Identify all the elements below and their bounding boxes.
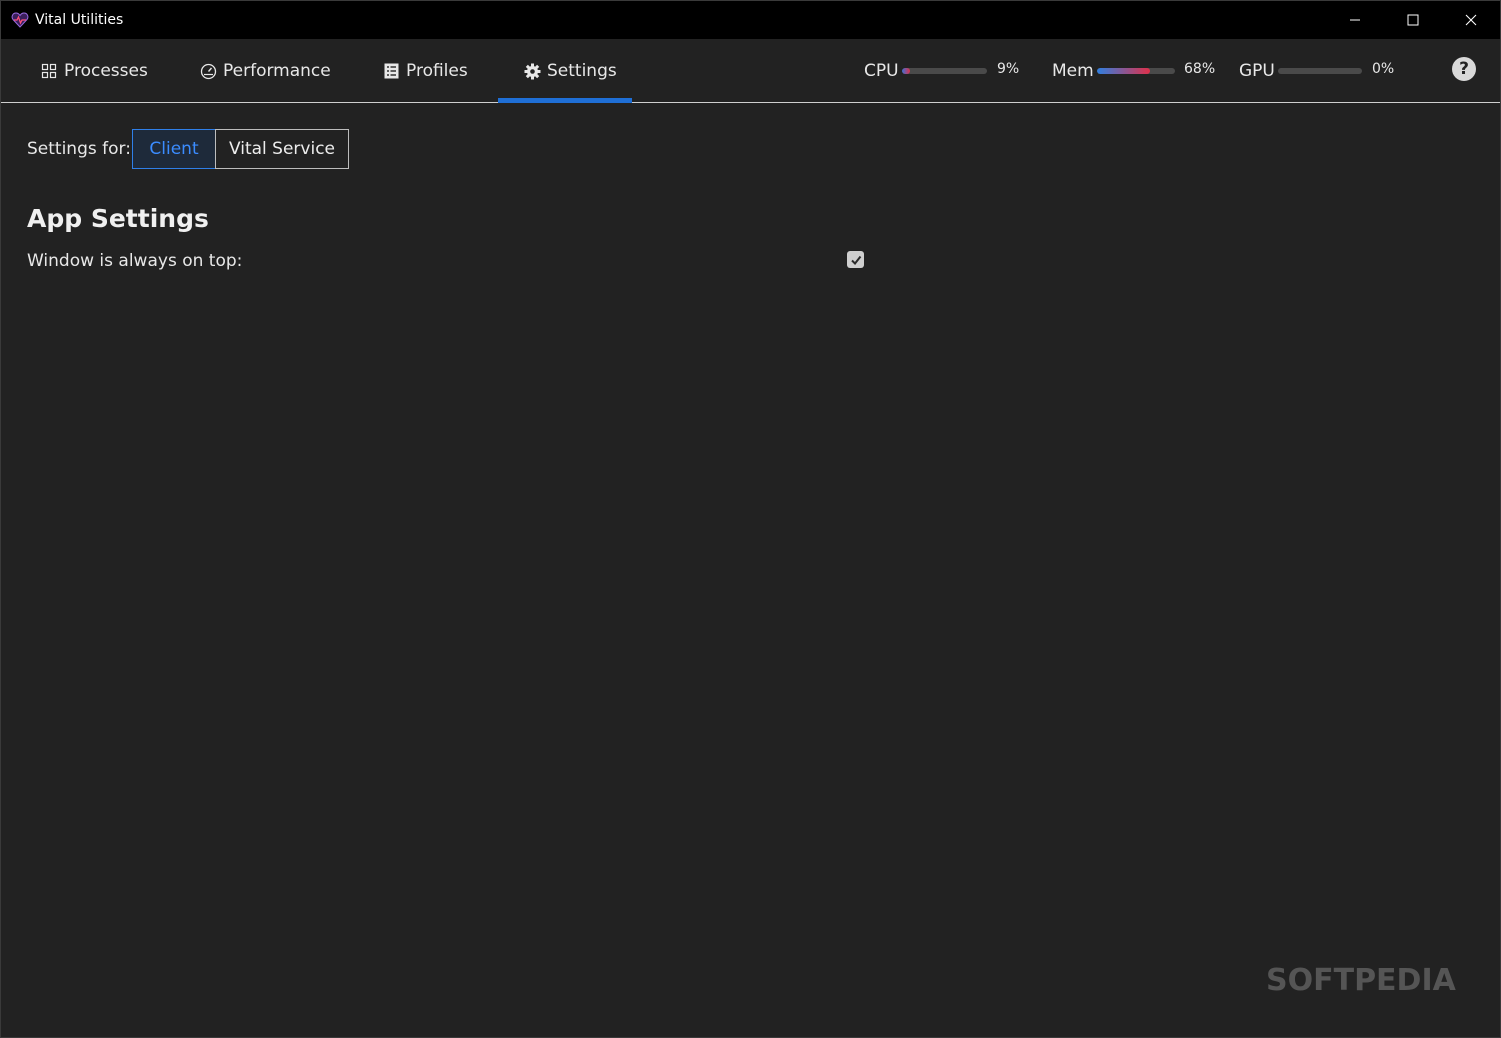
section-title: App Settings xyxy=(27,204,209,233)
minimize-icon xyxy=(1350,19,1360,21)
tab-processes[interactable]: Processes xyxy=(40,39,148,103)
checkmark-icon xyxy=(850,255,861,265)
close-icon xyxy=(1465,14,1477,26)
settings-for-label: Settings for: xyxy=(27,139,131,159)
mem-meter-label: Mem xyxy=(1052,61,1094,81)
title-bar: Vital Utilities xyxy=(1,1,1500,39)
tab-processes-label: Processes xyxy=(64,61,148,81)
maximize-button[interactable] xyxy=(1384,1,1442,39)
gpu-meter-label: GPU xyxy=(1239,61,1275,81)
close-button[interactable] xyxy=(1442,1,1500,39)
tab-performance-label: Performance xyxy=(223,61,331,81)
tab-settings-label: Settings xyxy=(547,61,617,81)
tab-performance[interactable]: Performance xyxy=(199,39,331,103)
tab-profiles[interactable]: Profiles xyxy=(382,39,468,103)
mem-meter-bar xyxy=(1097,68,1175,74)
watermark: SOFTPEDIA xyxy=(1266,963,1456,998)
nav-bar: Processes Performance Profiles Settings … xyxy=(1,39,1500,103)
gear-icon xyxy=(523,62,541,80)
always-on-top-checkbox[interactable] xyxy=(847,251,864,268)
help-button[interactable]: ? xyxy=(1452,57,1476,81)
gauge-icon xyxy=(199,62,217,80)
grid-icon xyxy=(40,62,58,80)
settings-target-client-button[interactable]: Client xyxy=(132,129,216,169)
cpu-meter-fill xyxy=(902,68,910,74)
cpu-meter-bar xyxy=(902,68,987,74)
tab-profiles-label: Profiles xyxy=(406,61,468,81)
mem-meter-fill xyxy=(1097,68,1151,74)
app-window: Vital Utilities Processes Performance Pr… xyxy=(0,0,1501,1038)
mem-meter-value: 68% xyxy=(1184,61,1216,77)
always-on-top-label: Window is always on top: xyxy=(27,251,243,271)
gpu-meter-bar xyxy=(1278,68,1362,74)
window-title: Vital Utilities xyxy=(35,12,124,28)
maximize-icon xyxy=(1407,14,1419,26)
help-icon: ? xyxy=(1459,59,1469,79)
cpu-meter-label: CPU xyxy=(864,61,899,81)
active-tab-indicator xyxy=(498,98,632,103)
cpu-meter-value: 9% xyxy=(997,61,1020,77)
minimize-button[interactable] xyxy=(1326,1,1384,39)
gpu-meter-value: 0% xyxy=(1372,61,1395,77)
tab-settings[interactable]: Settings xyxy=(523,39,617,103)
settings-target-vital-service-button[interactable]: Vital Service xyxy=(215,129,349,169)
app-logo-icon xyxy=(11,12,29,28)
list-icon xyxy=(382,62,400,80)
